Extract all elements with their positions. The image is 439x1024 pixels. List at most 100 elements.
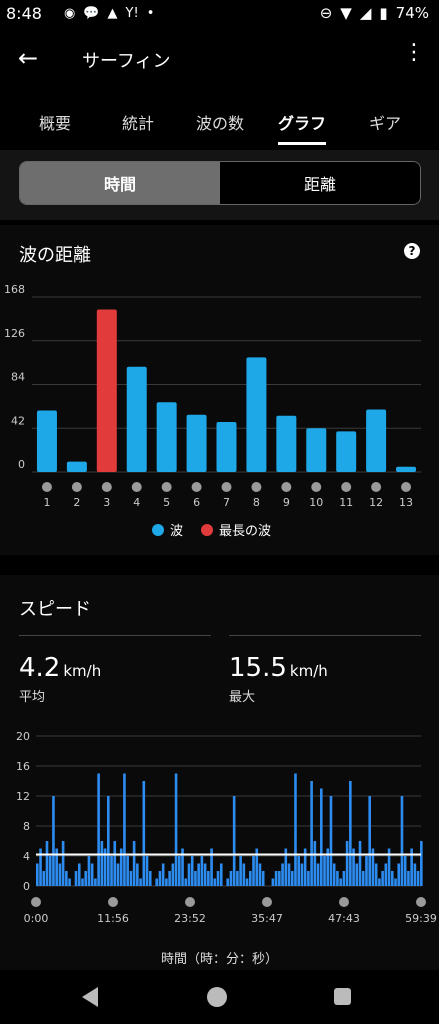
- speed-sample: [394, 878, 397, 886]
- speed-sample: [171, 863, 175, 886]
- x-tick-label: 13: [399, 496, 413, 509]
- tab-overview[interactable]: 概要: [39, 110, 71, 134]
- speed-sample: [74, 871, 78, 886]
- chat-icon: 💬: [83, 6, 100, 21]
- speed-sample: [287, 863, 291, 886]
- speed-sample: [87, 856, 91, 886]
- x-tick-dot: [339, 897, 349, 907]
- wave-bar: [36, 410, 57, 472]
- speed-sample: [45, 841, 49, 886]
- speed-sample: [61, 841, 65, 886]
- speed-sample: [113, 841, 117, 886]
- help-icon[interactable]: ?: [404, 243, 420, 259]
- speed-sample: [252, 856, 255, 886]
- chart-legend: 波 最長の波: [152, 520, 271, 539]
- speed-sample: [307, 871, 310, 886]
- speed-sample: [416, 871, 420, 886]
- legend-wave-dot: [152, 524, 164, 536]
- speed-sample: [381, 871, 384, 886]
- speed-sample: [213, 878, 217, 886]
- y-tick-label: 4: [23, 850, 30, 863]
- segment-distance-button[interactable]: 距離: [220, 162, 420, 204]
- nav-back-icon[interactable]: [82, 987, 98, 1007]
- x-tick-dot: [416, 897, 426, 907]
- segment-container: 時間 距離: [0, 150, 439, 220]
- speed-sample: [187, 863, 191, 886]
- wave-distance-card: 波の距離 ? 0 42 84 126 168 1 2 3 4 5 6 7 8 9 10 11 12 13 波 最長…: [0, 225, 439, 555]
- x-tick-dot: [71, 482, 82, 492]
- speed-sample: [94, 878, 97, 886]
- legend-wave: 波: [152, 520, 183, 539]
- tab-graph[interactable]: グラフ: [278, 110, 326, 134]
- speed-sample: [342, 871, 346, 886]
- speed-sample: [136, 863, 139, 886]
- system-nav-bar: [0, 970, 439, 1024]
- speed-sample: [48, 856, 52, 886]
- speed-sample: [294, 773, 297, 886]
- tab-waves[interactable]: 波の数: [196, 110, 244, 134]
- tab-stats[interactable]: 統計: [122, 110, 154, 134]
- wave-bar: [216, 422, 237, 472]
- speed-sample: [106, 796, 110, 886]
- speed-sample: [313, 841, 317, 886]
- speed-sample: [161, 863, 165, 886]
- speed-sample: [323, 856, 326, 886]
- x-tick-dot: [101, 482, 112, 492]
- speed-sample: [116, 863, 120, 886]
- speed-sample: [142, 781, 146, 886]
- speed-sample: [123, 773, 126, 886]
- speed-sample: [407, 871, 410, 886]
- nav-home-icon[interactable]: [207, 987, 227, 1007]
- wave-bar: [276, 415, 297, 472]
- avg-speed-value: 4.2: [19, 653, 61, 683]
- legend-wave-label: 波: [170, 524, 184, 539]
- speed-sample: [316, 863, 320, 886]
- battery-level: 74%: [395, 4, 429, 22]
- avg-speed-unit: km/h: [63, 662, 102, 680]
- speed-sample: [58, 863, 62, 886]
- time-distance-toggle: 時間 距離: [19, 161, 421, 205]
- tab-gear[interactable]: ギア: [369, 110, 401, 134]
- speed-sample: [261, 871, 265, 886]
- y-tick-label: 0: [23, 880, 30, 893]
- status-bar: 8:48 ◉ 💬 ▲ Y! • ⊖ ▼ ◢ ▮ 74%: [0, 0, 439, 30]
- back-arrow-icon[interactable]: ←: [18, 44, 38, 72]
- x-tick-dot: [311, 482, 322, 492]
- x-tick-dot: [262, 897, 272, 907]
- speed-sample: [336, 871, 339, 886]
- nav-recents-icon[interactable]: [334, 988, 351, 1005]
- speed-sample: [413, 863, 417, 886]
- speed-sample: [97, 773, 100, 886]
- y-tick-label: 12: [16, 790, 30, 803]
- speed-sample: [177, 856, 181, 886]
- active-tab-indicator: [278, 142, 326, 145]
- speed-sample: [242, 863, 246, 886]
- x-tick-label: 10: [309, 496, 323, 509]
- wave-distance-title: 波の距離: [19, 245, 91, 266]
- x-tick-dot: [185, 897, 195, 907]
- x-tick-label: 7: [223, 496, 230, 509]
- x-tick-label: 2: [73, 496, 80, 509]
- speed-sample: [84, 871, 88, 886]
- x-tick-dot: [401, 482, 412, 492]
- notification-icons: ◉ 💬 ▲ Y! •: [64, 6, 154, 21]
- yahoo-icon: Y!: [125, 6, 139, 21]
- app-bar: ← サーフィン ⋮: [0, 30, 439, 90]
- speed-sample: [165, 878, 168, 886]
- segment-time-button[interactable]: 時間: [20, 162, 220, 204]
- speed-sample: [271, 878, 275, 886]
- speed-sample: [132, 841, 136, 886]
- x-tick-label: 8: [253, 496, 260, 509]
- speed-sample: [77, 863, 81, 886]
- speed-sample: [397, 863, 401, 886]
- x-tick-dot: [251, 482, 262, 492]
- signal-icon: ◢: [359, 4, 372, 22]
- speed-sample: [281, 863, 284, 886]
- max-speed-value: 15.5: [229, 653, 287, 683]
- wave-bar: [366, 409, 387, 472]
- more-options-icon[interactable]: ⋮: [403, 42, 425, 64]
- max-speed: 15.5 km/h: [229, 653, 328, 683]
- speed-sample: [219, 863, 223, 886]
- max-speed-label: 最大: [229, 690, 256, 705]
- speed-sample: [129, 871, 133, 886]
